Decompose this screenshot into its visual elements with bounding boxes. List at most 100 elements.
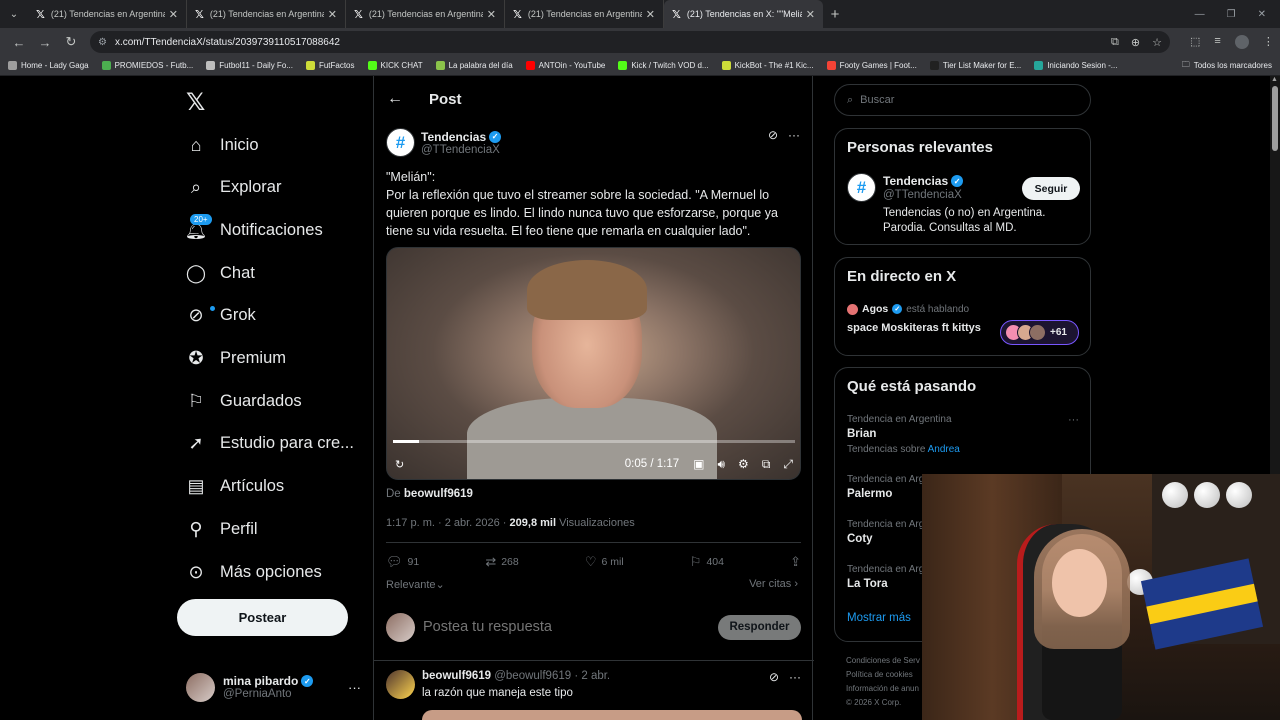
bookmark-item[interactable]: Futbol11 - Daily Fo...	[206, 61, 293, 70]
bookmark-item[interactable]: PROMIEDOS - Futb...	[101, 61, 193, 70]
profile-avatar-icon[interactable]	[1234, 35, 1249, 49]
pip-icon[interactable]: ⧉	[762, 457, 771, 472]
account-switcher[interactable]: mina pibardo ✓ @PerniaAnto ···	[186, 670, 361, 704]
nav-item-perfil[interactable]: ⚲ Perfil	[186, 514, 257, 544]
new-tab-button[interactable]: +	[823, 0, 847, 28]
search-box[interactable]: ⌕	[834, 84, 1091, 116]
browser-tab[interactable]: 𝕏 (21) Tendencias en Argentina en X ✕	[28, 0, 187, 28]
nav-item-chat[interactable]: ◯ Chat	[186, 258, 255, 288]
footer-link[interactable]: Condiciones de Serv	[846, 654, 920, 668]
live-listeners[interactable]: +61	[1000, 320, 1079, 345]
post-author[interactable]: # Tendencias ✓ @TTendenciaX	[386, 128, 502, 157]
reply-action[interactable]: 💬︎ 91	[386, 554, 419, 570]
video-progress-bar[interactable]	[393, 440, 795, 443]
site-info-icon[interactable]: ⚙	[98, 37, 107, 48]
extensions-icon[interactable]: ⬚	[1190, 35, 1200, 49]
relevant-person-handle[interactable]: @TTendenciaX	[883, 189, 962, 201]
author-handle[interactable]: @TTendenciaX	[421, 144, 501, 156]
relevant-person-name[interactable]: Tendencias	[883, 174, 948, 188]
view-quotes-link[interactable]: Ver citas ›	[749, 578, 798, 590]
bookmark-item[interactable]: La palabra del día	[435, 61, 513, 70]
repost-action[interactable]: ⇄ 268	[485, 554, 518, 570]
bookmark-item[interactable]: FutFactos	[305, 61, 355, 70]
post-button[interactable]: Postear	[177, 599, 348, 636]
nav-item-grok[interactable]: ⊘ Grok	[186, 301, 255, 331]
tab-close-icon[interactable]: ✕	[806, 8, 815, 21]
tab-close-icon[interactable]: ✕	[646, 8, 655, 21]
bookmark-item[interactable]: Home - Lady Gaga	[8, 61, 89, 70]
address-bar[interactable]: ⚙ x.com/TTendenciaX/status/2039739110517…	[90, 31, 1170, 53]
search-input[interactable]	[860, 94, 1061, 106]
url-text[interactable]: x.com/TTendenciaX/status/203973911051708…	[115, 37, 1111, 48]
post-more-icon[interactable]: ···	[788, 128, 800, 142]
tab-close-icon[interactable]: ✕	[169, 8, 178, 21]
author-avatar[interactable]: #	[386, 128, 415, 157]
x-logo-icon[interactable]: 𝕏	[186, 88, 205, 116]
tab-close-icon[interactable]: ✕	[487, 8, 496, 21]
browser-tab[interactable]: 𝕏 (21) Tendencias en Argentina en X ✕	[187, 0, 346, 28]
video-source-user[interactable]: beowulf9619	[404, 488, 473, 500]
replay-icon[interactable]: ↻	[395, 458, 404, 471]
reply-media[interactable]	[422, 710, 802, 720]
bookmark-item[interactable]: KICK CHAT	[367, 61, 423, 70]
settings-icon[interactable]: ⚙	[738, 457, 749, 472]
relevant-person-avatar[interactable]: #	[847, 173, 876, 202]
reply-author-name[interactable]: beowulf9619	[422, 670, 491, 682]
install-app-icon[interactable]: ⧉	[1111, 36, 1119, 49]
fullscreen-icon[interactable]: ⤢	[783, 457, 793, 472]
reply-button[interactable]: Responder	[718, 614, 801, 640]
trend-item[interactable]: Tendencia en Argentina Brian Tendencias …	[847, 414, 1079, 455]
bookmark-item[interactable]: KickBot - The #1 Kic...	[721, 61, 814, 70]
trend-sub-link[interactable]: Andrea	[928, 444, 960, 455]
more-icon[interactable]: ···	[348, 680, 361, 695]
bookmark-item[interactable]: Kick / Twitch VOD d...	[618, 61, 709, 70]
forward-icon[interactable]: →	[32, 35, 58, 50]
nav-item-inicio[interactable]: ⌂ Inicio	[186, 130, 259, 160]
like-action[interactable]: ♡ 6 mil	[585, 554, 624, 570]
post-timestamp[interactable]: 1:17 p. m. · 2 abr. 2026 ·	[386, 517, 506, 529]
footer-link[interactable]: Información de anun	[846, 682, 920, 696]
nav-item-premium[interactable]: ✪ Premium	[186, 344, 286, 374]
maximize-icon[interactable]: ❐	[1227, 9, 1236, 20]
share-action[interactable]: ⇪	[790, 554, 801, 570]
live-space-title[interactable]: space Moskiteras ft kittys	[847, 322, 981, 334]
show-more-link[interactable]: Mostrar más	[847, 612, 911, 624]
author-name[interactable]: Tendencias	[421, 130, 486, 144]
close-window-icon[interactable]: ✕	[1258, 9, 1266, 20]
minimize-icon[interactable]: —	[1195, 9, 1205, 20]
nav-item-más-opciones[interactable]: ⊙ Más opciones	[186, 557, 321, 587]
bookmark-item[interactable]: Tier List Maker for E...	[929, 61, 1021, 70]
media-icon[interactable]: ≡	[1214, 35, 1220, 49]
back-icon[interactable]: ←	[6, 35, 32, 50]
browser-tab[interactable]: 𝕏 (21) Tendencias en Argentina en X ✕	[346, 0, 505, 28]
all-bookmarks[interactable]: 🗀 Todos los marcadores	[1182, 59, 1272, 73]
nav-item-notificaciones[interactable]: 🔔︎ 20+ Notificaciones	[185, 214, 323, 245]
nav-item-artículos[interactable]: ▤ Artículos	[186, 472, 284, 502]
browser-tab[interactable]: 𝕏 (21) Tendencias en X: ""Melián" ✕	[664, 0, 823, 28]
grok-icon[interactable]: ⊘	[769, 670, 779, 684]
browser-menu-icon[interactable]: ⋮	[1263, 35, 1274, 49]
follow-button[interactable]: Seguir	[1022, 177, 1080, 200]
zoom-icon[interactable]: ⊕	[1131, 36, 1140, 49]
captions-icon[interactable]: ▣	[693, 457, 704, 472]
bookmark-star-icon[interactable]: ☆	[1152, 36, 1162, 49]
scroll-up-icon[interactable]: ▲	[1271, 76, 1278, 83]
bookmark-action[interactable]: ⚐ 404	[690, 554, 724, 570]
reply-more-icon[interactable]: ···	[789, 670, 801, 684]
tab-close-icon[interactable]: ✕	[328, 8, 337, 21]
grok-icon[interactable]: ⊘	[768, 128, 778, 142]
reply-avatar[interactable]	[386, 670, 415, 699]
bookmark-item[interactable]: Iniciando Sesion -...	[1034, 61, 1117, 70]
reply-handle-date[interactable]: @beowulf9619 · 2 abr.	[494, 670, 610, 682]
back-arrow-icon[interactable]: ←	[387, 90, 403, 108]
live-host[interactable]: Agos ✓ está hablando	[847, 303, 969, 315]
reload-icon[interactable]: ↻	[58, 34, 84, 50]
trend-more-icon[interactable]: ···	[1068, 414, 1079, 426]
bookmark-item[interactable]: ANTOin - YouTube	[525, 61, 605, 70]
nav-item-estudio-para-cre[interactable]: ➚ Estudio para cre...	[186, 429, 353, 459]
sort-dropdown[interactable]: Relevante⌄	[386, 578, 445, 591]
browser-tab[interactable]: 𝕏 (21) Tendencias en Argentina en X ✕	[505, 0, 664, 28]
volume-icon[interactable]: 🔊︎	[717, 457, 725, 472]
bookmark-item[interactable]: Footy Games | Foot...	[826, 61, 917, 70]
video-player[interactable]: ↻ 0:05 / 1:17 ▣ 🔊︎ ⚙ ⧉ ⤢	[386, 247, 801, 480]
